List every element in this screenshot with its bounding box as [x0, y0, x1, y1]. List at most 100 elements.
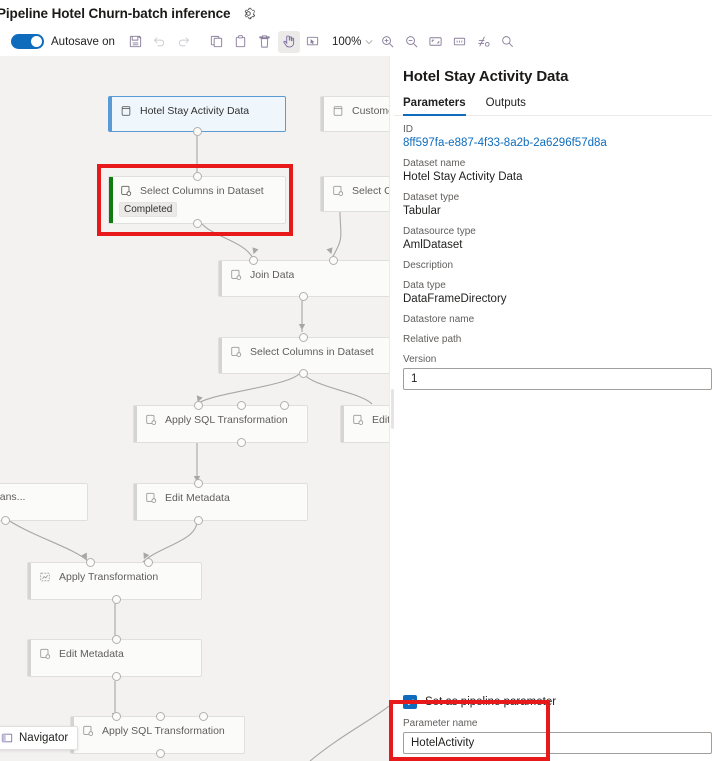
- copy-button[interactable]: [206, 31, 228, 53]
- node-input-port-1[interactable]: [112, 712, 121, 721]
- search-button[interactable]: [496, 31, 518, 53]
- zoom-out-button[interactable]: [400, 31, 422, 53]
- dataset-icon: [331, 104, 344, 117]
- node-input-port-right[interactable]: [329, 256, 338, 265]
- parameter-name-input[interactable]: HotelActivity: [403, 732, 712, 754]
- node-apply-sql-transformation-2[interactable]: Apply SQL Transformation: [70, 712, 245, 758]
- trash-icon: [259, 35, 271, 48]
- gear-icon: [245, 7, 256, 20]
- node-edit-metadata-1[interactable]: Edit Metadata: [133, 479, 308, 525]
- node-input-port-3[interactable]: [280, 401, 289, 410]
- node-input-port-1[interactable]: [86, 558, 95, 567]
- tab-outputs[interactable]: Outputs: [486, 97, 526, 116]
- copy-icon: [211, 35, 223, 48]
- node-edit-metadata-2[interactable]: Edit Metadata: [27, 635, 202, 681]
- field-label-id: ID: [403, 124, 413, 135]
- node-header: Edit M: [341, 406, 389, 426]
- field-value-id[interactable]: 8ff597fa-e887-4f33-8a2b-2a6296f57d8a: [403, 137, 703, 149]
- node-label: Select Columns in Dataset: [140, 184, 264, 197]
- node-clean-missing-data[interactable]: tor Values Trans...: [0, 483, 88, 525]
- node-output-port[interactable]: [112, 672, 121, 681]
- node-output-port[interactable]: [299, 369, 308, 378]
- field-value-datasource-type: AmlDataset: [403, 239, 463, 251]
- node-accent: [28, 563, 31, 599]
- autosave-toggle[interactable]: [11, 34, 44, 49]
- redo-button[interactable]: [173, 31, 195, 53]
- node-input-port[interactable]: [194, 479, 203, 488]
- title-bar: Pipeline Hotel Churn-batch inference: [0, 0, 712, 27]
- node-apply-sql-transformation-1[interactable]: Apply SQL Transformation: [133, 401, 308, 447]
- save-button[interactable]: [125, 31, 147, 53]
- node-input-port-left[interactable]: [249, 256, 258, 265]
- set-as-pipeline-parameter-row[interactable]: Set as pipeline parameter: [403, 695, 703, 709]
- node-accent: [28, 640, 31, 676]
- field-label-description: Description: [403, 260, 454, 271]
- tab-parameters[interactable]: Parameters: [403, 97, 466, 116]
- module-icon: [38, 647, 51, 660]
- node-edit-metadata-right[interactable]: Edit M: [340, 405, 389, 443]
- node-select-columns-in-dataset-completed[interactable]: Select Columns in Dataset Completed: [108, 172, 286, 228]
- node-hotel-stay-activity-data[interactable]: Hotel Stay Activity Data: [108, 96, 286, 136]
- field-label-datasource-type: Datasource type: [403, 226, 476, 237]
- auto-layout-button[interactable]: [472, 31, 494, 53]
- set-as-pipeline-parameter-checkbox[interactable]: [403, 695, 417, 709]
- set-as-pipeline-parameter-label: Set as pipeline parameter: [425, 696, 557, 708]
- pan-button[interactable]: [277, 30, 300, 53]
- toolbar: Autosave on 100%: [0, 27, 712, 56]
- node-output-port[interactable]: [1, 516, 10, 525]
- node-output-port[interactable]: [193, 219, 202, 228]
- zoom-in-button[interactable]: [376, 31, 398, 53]
- node-input-port[interactable]: [193, 172, 202, 181]
- node-accent: [341, 406, 344, 442]
- node-select-columns-in-dataset-2[interactable]: Select Columns in Dataset: [218, 333, 389, 378]
- undo-button[interactable]: [149, 31, 171, 53]
- module-icon: [351, 413, 364, 426]
- version-input[interactable]: 1: [403, 368, 712, 390]
- field-label-version: Version: [403, 354, 437, 365]
- node-label: Customer Dat: [352, 104, 389, 117]
- node-accent: [219, 338, 222, 373]
- node-customer-data[interactable]: Customer Dat: [320, 96, 389, 132]
- node-output-port[interactable]: [156, 749, 165, 758]
- node-input-port-2[interactable]: [156, 712, 165, 721]
- paste-button[interactable]: [230, 31, 252, 53]
- module-icon: [229, 268, 242, 281]
- actual-size-button[interactable]: [448, 31, 470, 53]
- node-output-port[interactable]: [193, 127, 202, 136]
- save-icon: [130, 35, 142, 48]
- navigator-button[interactable]: Navigator: [0, 726, 79, 750]
- delete-button[interactable]: [254, 31, 276, 53]
- node-input-port-1[interactable]: [194, 401, 203, 410]
- node-output-port[interactable]: [194, 516, 203, 525]
- fit-to-screen-button[interactable]: [424, 31, 446, 53]
- auto-layout-icon: [478, 36, 490, 47]
- settings-button[interactable]: [241, 6, 256, 21]
- pipeline-canvas[interactable]: Hotel Stay Activity Data Customer Dat Se…: [0, 56, 389, 761]
- field-label-parameter-name: Parameter name: [403, 718, 478, 729]
- node-accent: [321, 177, 324, 211]
- pipeline-parameter-section: Set as pipeline parameter Parameter name…: [394, 695, 712, 761]
- undo-icon: [154, 37, 165, 47]
- navigator-icon: [1, 733, 13, 743]
- node-label: Join Data: [250, 268, 295, 281]
- select-region-button[interactable]: [302, 31, 324, 53]
- node-output-port[interactable]: [112, 595, 121, 604]
- node-select-columns-right[interactable]: Select Colum: [320, 176, 389, 212]
- node-label: Apply Transformation: [59, 570, 159, 583]
- node-apply-transformation[interactable]: Apply Transformation: [27, 558, 202, 604]
- module-icon: [119, 184, 132, 197]
- node-header: Edit Metadata: [134, 484, 307, 504]
- node-join-data[interactable]: Join Data: [218, 256, 389, 301]
- node-input-port-2[interactable]: [144, 558, 153, 567]
- node-input-port-2[interactable]: [237, 401, 246, 410]
- node-output-port[interactable]: [237, 438, 246, 447]
- node-label: Apply SQL Transformation: [165, 413, 288, 426]
- paste-icon: [236, 35, 246, 48]
- zoom-level-dropdown[interactable]: 100%: [332, 36, 373, 48]
- node-input-port-3[interactable]: [199, 712, 208, 721]
- node-input-port[interactable]: [299, 333, 308, 342]
- node-input-port[interactable]: [112, 635, 121, 644]
- field-label-datastore-name: Datastore name: [403, 314, 475, 325]
- node-label: Hotel Stay Activity Data: [140, 104, 250, 117]
- node-output-port[interactable]: [299, 292, 308, 301]
